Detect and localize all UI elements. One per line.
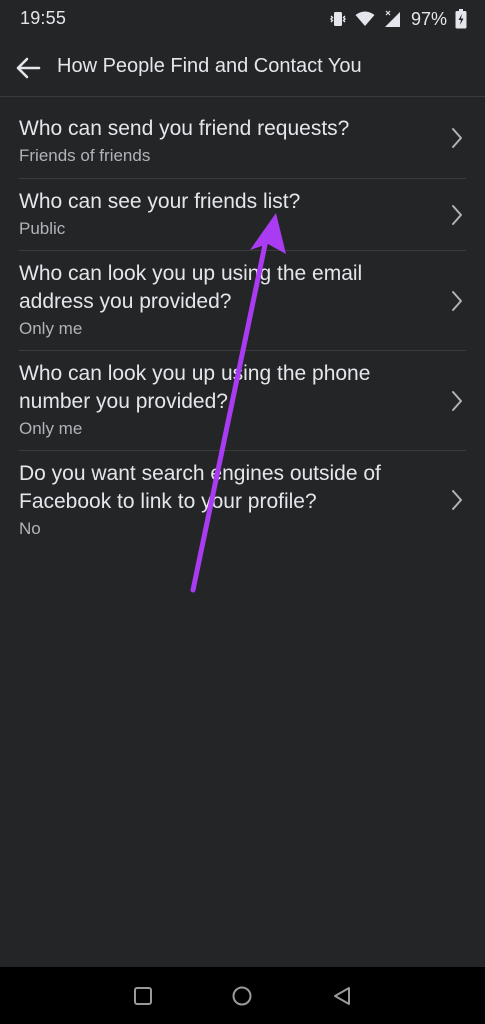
setting-friend-requests[interactable]: Who can send you friend requests? Friend… — [19, 97, 466, 179]
setting-title: Who can look you up using the email addr… — [19, 262, 363, 313]
chevron-right-icon — [452, 290, 462, 311]
back-button[interactable] — [10, 50, 46, 86]
setting-value: Public — [19, 219, 66, 238]
battery-icon — [455, 9, 467, 29]
wifi-icon — [355, 11, 375, 26]
recents-square-icon — [134, 987, 152, 1005]
setting-value: Only me — [19, 419, 83, 438]
chevron-right-icon — [452, 490, 462, 510]
setting-title: Who can look you up using the phone numb… — [19, 362, 371, 413]
home-circle-icon — [232, 986, 252, 1006]
page-title: How People Find and Contact You — [57, 55, 362, 77]
status-icons: 97% — [329, 8, 467, 30]
app-bar: How People Find and Contact You — [0, 38, 485, 97]
status-bar: 19:55 97% — [0, 0, 485, 38]
vibrate-icon — [329, 12, 346, 26]
system-back-button[interactable] — [329, 983, 355, 1009]
setting-value: Only me — [19, 319, 83, 338]
setting-email-lookup[interactable]: Who can look you up using the email addr… — [19, 251, 466, 351]
battery-percent: 97% — [410, 8, 447, 29]
home-button[interactable] — [229, 983, 255, 1009]
cell-signal-icon — [384, 10, 400, 27]
setting-title: Who can send you friend requests? — [19, 117, 350, 140]
back-triangle-icon — [334, 987, 350, 1005]
system-nav-bar — [0, 967, 485, 1024]
recents-button[interactable] — [130, 983, 156, 1009]
status-time: 19:55 — [20, 8, 67, 28]
setting-search-engines[interactable]: Do you want search engines outside of Fa… — [19, 451, 466, 549]
setting-phone-lookup[interactable]: Who can look you up using the phone numb… — [19, 351, 466, 451]
arrow-left-icon — [16, 57, 41, 79]
chevron-right-icon — [452, 127, 462, 148]
setting-friends-list[interactable]: Who can see your friends list? Public — [19, 179, 466, 251]
chevron-right-icon — [452, 390, 462, 411]
setting-value: Friends of friends — [19, 146, 151, 165]
setting-title: Do you want search engines outside of Fa… — [19, 462, 381, 513]
setting-title: Who can see your friends list? — [19, 190, 301, 213]
chevron-right-icon — [452, 204, 462, 225]
setting-value: No — [19, 519, 41, 538]
settings-list: Who can send you friend requests? Friend… — [0, 97, 485, 549]
